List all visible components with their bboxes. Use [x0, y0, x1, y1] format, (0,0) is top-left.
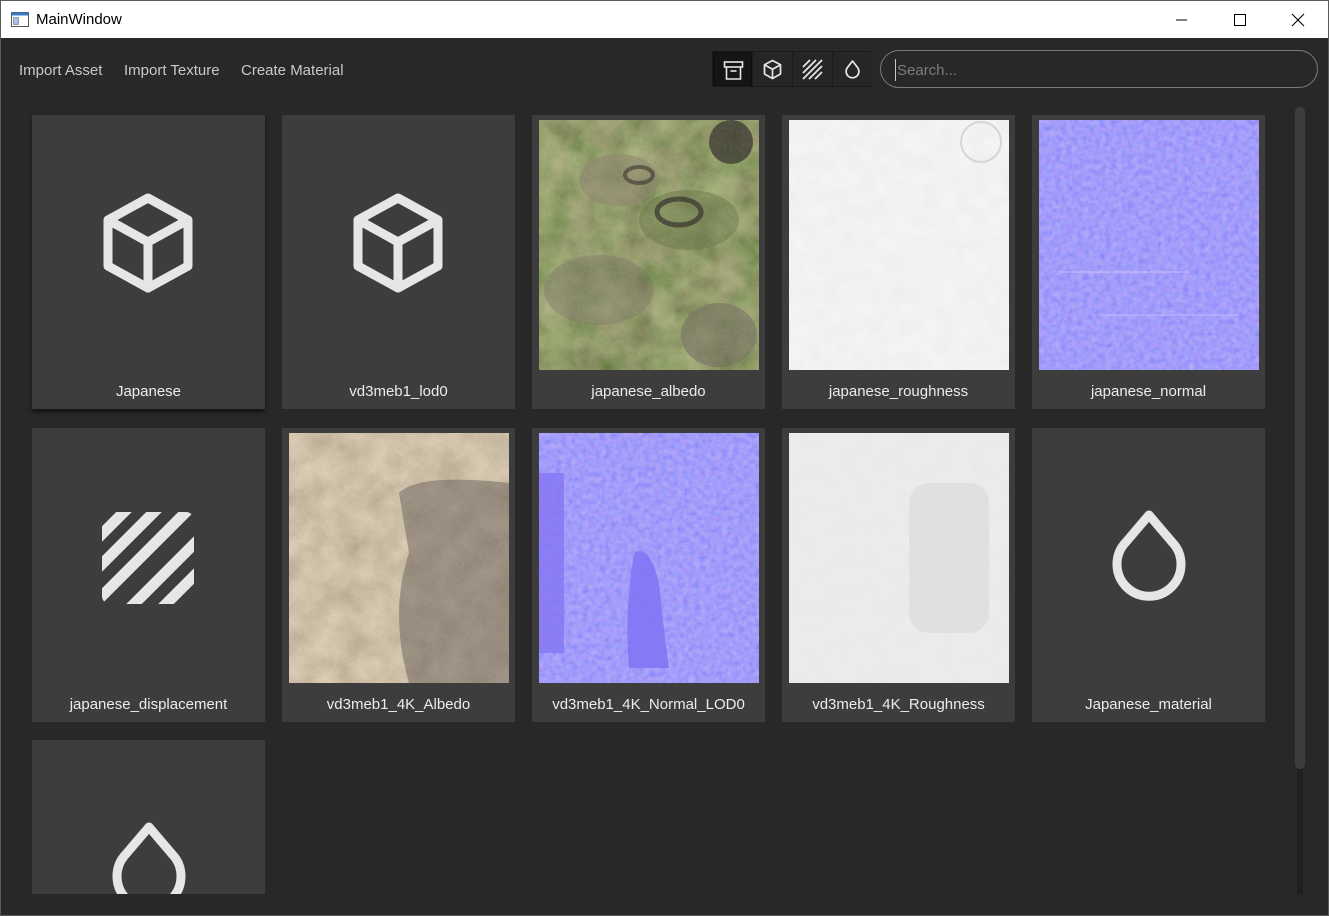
- search-box: [880, 50, 1318, 88]
- cube-icon: [353, 193, 443, 293]
- main-window: MainWindow Import Asset Import Texture C…: [0, 0, 1329, 916]
- toolbar: Import Asset Import Texture Create Mater…: [1, 38, 1328, 102]
- texture-preview: [289, 433, 509, 683]
- minimize-icon: [1176, 19, 1187, 21]
- asset-label: vd3meb1_lod0: [349, 383, 448, 400]
- texture-preview: [789, 120, 1009, 370]
- material-drop-icon: [112, 822, 186, 894]
- asset-label: vd3meb1_4K_Roughness: [812, 696, 985, 713]
- asset-card[interactable]: japanese_albedo: [532, 115, 765, 409]
- maximize-icon: [1234, 14, 1246, 26]
- vertical-scrollbar[interactable]: [1294, 107, 1306, 894]
- close-icon: [1291, 13, 1305, 27]
- asset-card[interactable]: vd3meb1_4K_Normal_LOD0: [532, 428, 765, 722]
- texture-preview: [789, 433, 1009, 683]
- asset-grid: Japanese vd3meb1_lod0 japanese_albedo ja…: [1, 102, 1291, 894]
- asset-label: Japanese: [115, 383, 182, 400]
- asset-card[interactable]: japanese_roughness: [782, 115, 1015, 409]
- asset-label: japanese_displacement: [69, 696, 228, 713]
- asset-card[interactable]: vd3meb1_4K_Albedo: [282, 428, 515, 722]
- import-asset-button[interactable]: Import Asset: [19, 62, 102, 79]
- create-material-button[interactable]: Create Material: [241, 62, 344, 79]
- cube-icon: [103, 193, 193, 293]
- asset-label: japanese_roughness: [828, 383, 969, 400]
- texture-stripes-icon: [102, 512, 194, 604]
- scrollbar-thumb[interactable]: [1295, 107, 1305, 769]
- filter-all-button[interactable]: [713, 52, 752, 86]
- asset-label: japanese_albedo: [591, 383, 706, 400]
- asset-card[interactable]: japanese_displacement: [32, 428, 265, 722]
- filter-models-button[interactable]: [753, 52, 792, 86]
- texture-preview: [539, 120, 759, 370]
- asset-label: vd3meb1_4K_Normal_LOD0: [552, 696, 745, 713]
- asset-label: japanese_normal: [1090, 383, 1207, 400]
- asset-label: vd3meb1_4K_Albedo: [326, 696, 471, 713]
- asset-card[interactable]: [32, 740, 265, 894]
- texture-preview: [539, 433, 759, 683]
- asset-type-filter: [712, 51, 872, 87]
- asset-card[interactable]: Japanese: [32, 115, 265, 409]
- minimize-button[interactable]: [1153, 1, 1211, 38]
- window-title: MainWindow: [36, 11, 122, 28]
- filter-textures-button[interactable]: [793, 52, 832, 86]
- asset-card[interactable]: vd3meb1_lod0: [282, 115, 515, 409]
- import-texture-button[interactable]: Import Texture: [124, 62, 220, 79]
- filter-materials-button[interactable]: [833, 52, 872, 86]
- maximize-button[interactable]: [1211, 1, 1269, 38]
- scrollbar-track[interactable]: [1297, 769, 1303, 894]
- search-input[interactable]: [895, 59, 1299, 81]
- asset-card[interactable]: Japanese_material: [1032, 428, 1265, 722]
- title-bar[interactable]: MainWindow: [1, 1, 1328, 38]
- close-button[interactable]: [1269, 1, 1327, 38]
- cube-icon: [763, 59, 782, 80]
- material-drop-icon: [1112, 510, 1186, 601]
- material-drop-icon: [845, 60, 860, 79]
- texture-preview: [1039, 120, 1259, 370]
- texture-stripes-icon: [802, 59, 823, 80]
- asset-card[interactable]: vd3meb1_4K_Roughness: [782, 428, 1015, 722]
- asset-label: Japanese_material: [1085, 696, 1212, 713]
- app-icon: [11, 12, 29, 27]
- asset-card[interactable]: japanese_normal: [1032, 115, 1265, 409]
- archive-icon: [723, 61, 744, 80]
